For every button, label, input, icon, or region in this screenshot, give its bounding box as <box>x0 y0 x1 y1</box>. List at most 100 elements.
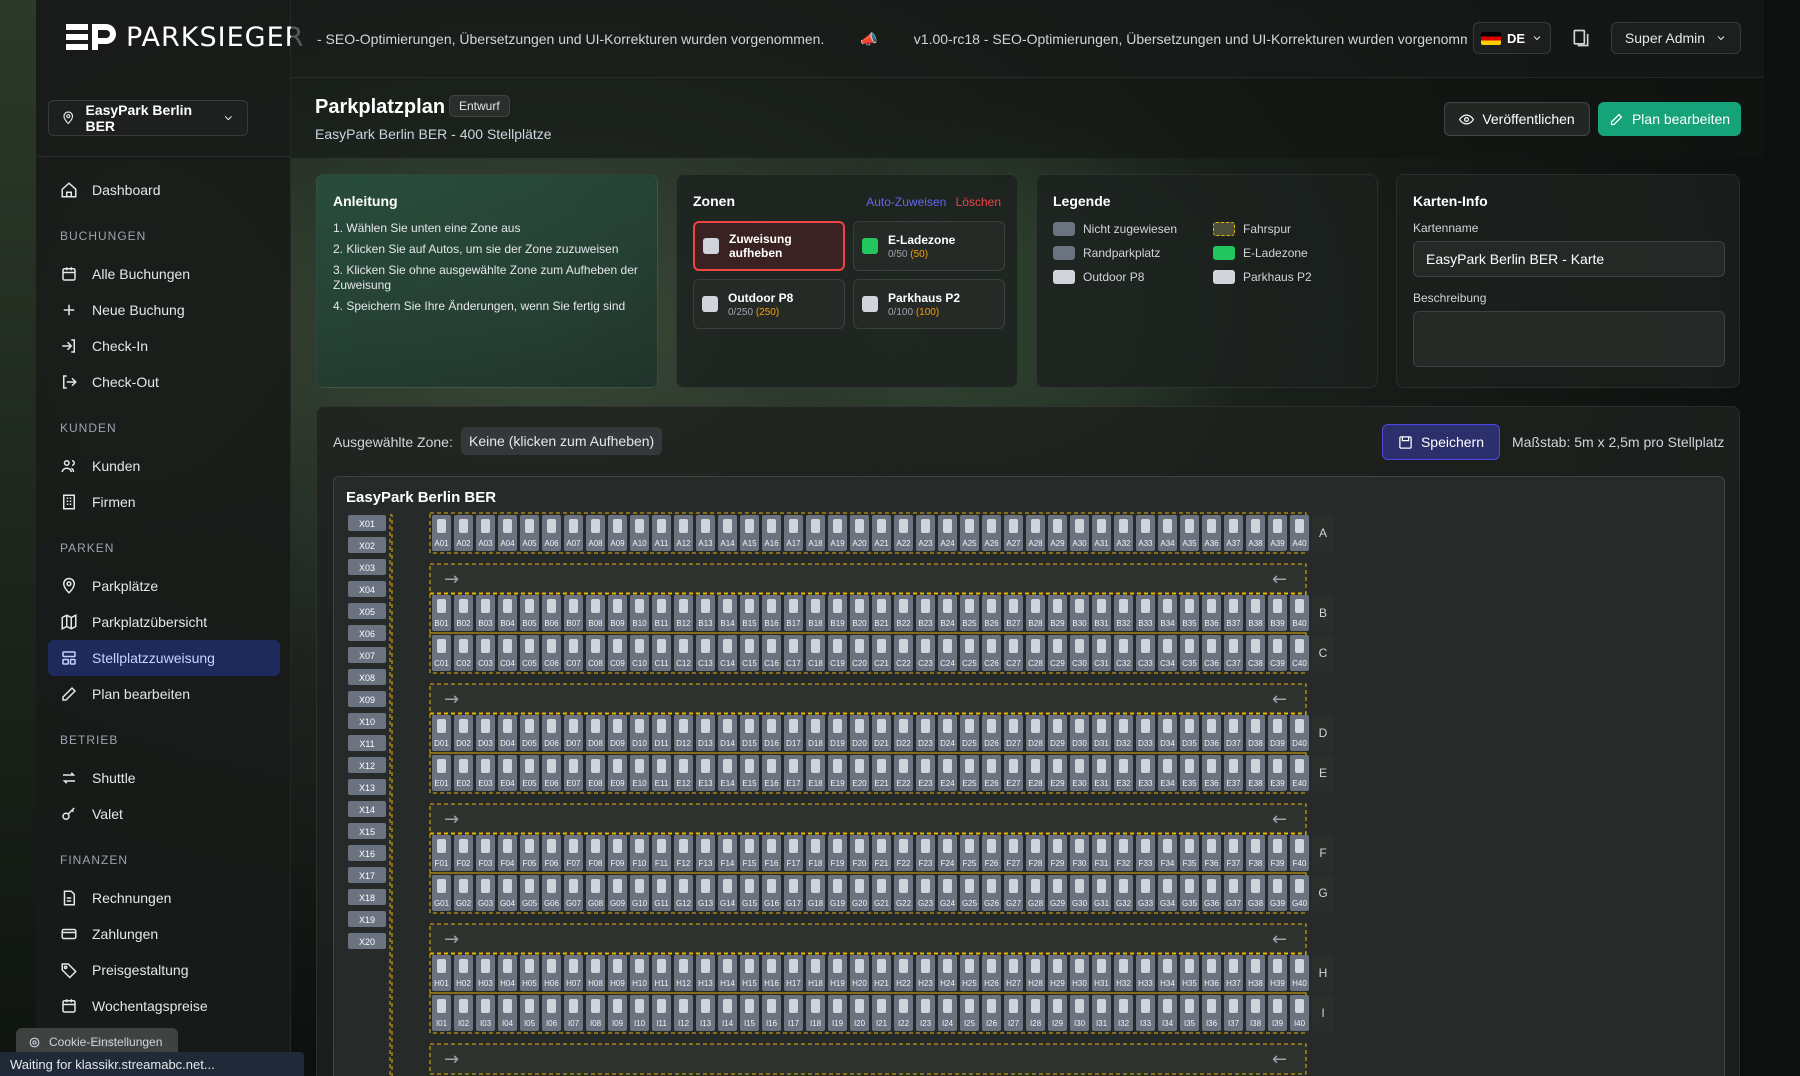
car-icon <box>459 839 468 853</box>
instruction-step: 2. Klicken Sie auf Autos, um sie der Zon… <box>333 242 619 256</box>
user-menu[interactable]: Super Admin <box>1611 22 1741 54</box>
car-icon <box>987 719 996 733</box>
publish-button[interactable]: Veröffentlichen <box>1444 102 1590 136</box>
car-icon <box>635 719 644 733</box>
zone-button-parkhaus-p2[interactable]: Parkhaus P2 0/100 (100) <box>853 279 1005 329</box>
spot-label: A28 <box>1028 539 1043 548</box>
spot-label: B13 <box>698 619 713 628</box>
sidebar-item-firmen[interactable]: Firmen <box>48 484 280 520</box>
parking-map-canvas: EasyPark Berlin BER X01 X02 X03 X04 X05 X06 X0… <box>333 476 1725 1076</box>
auto-assign-link[interactable]: Auto-Zuweisen <box>866 195 946 209</box>
theme-toggle-icon[interactable] <box>1571 28 1591 48</box>
sidebar-item-zahlungen[interactable]: Zahlungen <box>48 916 280 952</box>
map-name-input[interactable] <box>1413 241 1725 277</box>
sidebar-item-rechnungen[interactable]: Rechnungen <box>48 880 280 916</box>
spot-label: I09 <box>612 1019 624 1028</box>
edit-plan-button[interactable]: Plan bearbeiten <box>1598 102 1741 136</box>
chevron-down-icon <box>1717 36 1725 41</box>
spot-label: D14 <box>720 739 735 748</box>
sidebar-item-check-in[interactable]: Check-In <box>48 328 280 364</box>
car-icon <box>789 959 798 973</box>
car-icon <box>899 719 908 733</box>
spot-label: G37 <box>1226 899 1242 908</box>
spot-label: D26 <box>984 739 999 748</box>
spot-label: I27 <box>1008 1019 1020 1028</box>
car-icon <box>503 839 512 853</box>
sidebar-item-preisgestaltung[interactable]: Preisgestaltung <box>48 952 280 988</box>
sidebar-item-label: Parkplätze <box>92 578 159 594</box>
language-select[interactable]: DE <box>1473 22 1551 54</box>
location-select[interactable]: EasyPark Berlin BER <box>48 100 248 136</box>
car-icon <box>1295 719 1304 733</box>
spot-label: I26 <box>986 1019 998 1028</box>
sidebar-item-plan-bearbeiten[interactable]: Plan bearbeiten <box>48 676 280 712</box>
car-icon <box>481 959 490 973</box>
user-name: Super Admin <box>1624 30 1706 46</box>
car-icon <box>855 999 864 1013</box>
car-icon <box>613 999 622 1013</box>
spot-label: G08 <box>588 899 604 908</box>
car-icon <box>1119 639 1128 653</box>
map-name-label: Kartenname <box>1413 221 1479 235</box>
sidebar-item-check-out[interactable]: Check-Out <box>48 364 280 400</box>
legend-label: Parkhaus P2 <box>1243 270 1312 284</box>
car-icon <box>965 999 974 1013</box>
car-icon <box>1141 999 1150 1013</box>
car-icon <box>1207 599 1216 613</box>
sidebar-item-shuttle[interactable]: Shuttle <box>48 760 280 796</box>
spot-label: F13 <box>699 859 713 868</box>
sidebar-item-parkplatzübersicht[interactable]: Parkplatzübersicht <box>48 604 280 640</box>
zone-button-e-ladezone[interactable]: E-Ladezone 0/50 (50) <box>853 221 1005 271</box>
sidebar-item-wochentagspreise[interactable]: Wochentagspreise <box>48 988 280 1024</box>
users-icon <box>60 457 78 475</box>
spot-label: H01 <box>434 979 449 988</box>
sidebar-item-stellplatzzuweisung[interactable]: Stellplatzzuweisung <box>48 640 280 676</box>
spot-label: B06 <box>544 619 559 628</box>
selected-zone-value[interactable]: Keine (klicken zum Aufheben) <box>461 427 663 455</box>
spot-label: F12 <box>677 859 691 868</box>
spot-label: C23 <box>918 659 933 668</box>
sidebar-item-label: Stellplatzzuweisung <box>92 650 215 666</box>
zone-swatch <box>702 296 718 312</box>
car-icon <box>965 599 974 613</box>
spot-label: E03 <box>478 779 493 788</box>
car-icon <box>987 879 996 893</box>
sidebar-item-neue-buchung[interactable]: Neue Buchung <box>48 292 280 328</box>
sidebar-item-parkplätze[interactable]: Parkplätze <box>48 568 280 604</box>
legend-item: Parkhaus P2 <box>1213 269 1363 285</box>
side-spot-label: X07 <box>359 651 375 661</box>
legend-item: Nicht zugewiesen <box>1053 221 1213 237</box>
car-icon <box>1273 959 1282 973</box>
brand-logo[interactable]: PARKSIEGER <box>64 20 304 54</box>
zone-button-unassign[interactable]: Zuweisung aufheben <box>693 221 845 271</box>
sidebar-item-valet[interactable]: Valet <box>48 796 280 832</box>
description-textarea[interactable] <box>1413 311 1725 367</box>
car-icon <box>1295 519 1304 533</box>
status-badge: Entwurf <box>449 95 510 117</box>
sidebar-item-dashboard[interactable]: Dashboard <box>48 172 280 208</box>
spot-label: D10 <box>632 739 647 748</box>
car-icon <box>459 759 468 773</box>
car-icon <box>987 839 996 853</box>
spot-label: I10 <box>634 1019 646 1028</box>
spot-label: I24 <box>942 1019 954 1028</box>
spot-label: I06 <box>546 1019 558 1028</box>
car-icon <box>591 719 600 733</box>
legend-label: Nicht zugewiesen <box>1083 222 1178 236</box>
spot-label: E26 <box>984 779 999 788</box>
car-icon <box>943 519 952 533</box>
car-icon <box>591 639 600 653</box>
zone-button-outdoor-p8[interactable]: Outdoor P8 0/250 (250) <box>693 279 845 329</box>
car-icon <box>943 759 952 773</box>
save-button[interactable]: Speichern <box>1382 424 1500 460</box>
spot-label: G11 <box>654 899 669 908</box>
spot-label: F24 <box>941 859 955 868</box>
legend-swatch <box>1053 222 1075 236</box>
spot-label: C38 <box>1248 659 1263 668</box>
spot-label: D04 <box>500 739 515 748</box>
spot-label: D36 <box>1204 739 1219 748</box>
sidebar-item-alle-buchungen[interactable]: Alle Buchungen <box>48 256 280 292</box>
spot-label: C33 <box>1138 659 1153 668</box>
sidebar-item-kunden[interactable]: Kunden <box>48 448 280 484</box>
clear-link[interactable]: Löschen <box>956 195 1001 209</box>
